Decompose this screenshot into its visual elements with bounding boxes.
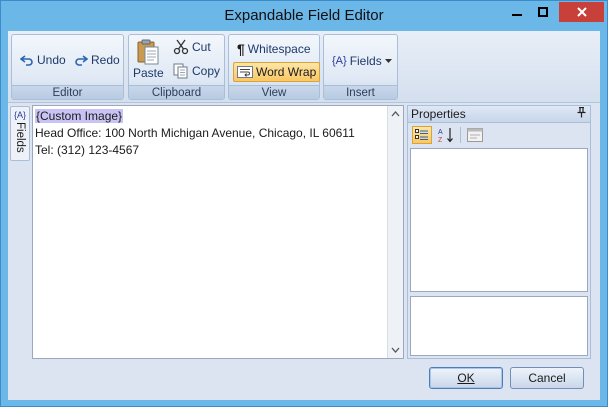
ribbon-group-clipboard: Paste Cut Copy Clipboard bbox=[128, 34, 225, 100]
editor-line: Head Office: 100 North Michigan Avenue, … bbox=[35, 126, 355, 140]
ok-label: OK bbox=[457, 371, 475, 385]
redo-icon bbox=[75, 55, 88, 66]
editor-line: {Custom Image} bbox=[35, 108, 355, 125]
pin-icon bbox=[577, 106, 586, 118]
fields-icon: {A} bbox=[332, 55, 347, 67]
ribbon-group-label-insert: Insert bbox=[324, 85, 397, 99]
scroll-down-button[interactable] bbox=[388, 342, 403, 358]
copy-icon bbox=[173, 63, 188, 79]
redo-label: Redo bbox=[91, 53, 120, 67]
ok-button[interactable]: OK bbox=[429, 367, 503, 389]
properties-toolbar: A Z bbox=[408, 124, 590, 146]
maximize-button[interactable] bbox=[530, 2, 556, 22]
minimize-button[interactable] bbox=[504, 2, 530, 22]
word-wrap-icon bbox=[237, 66, 253, 78]
paste-label: Paste bbox=[133, 66, 164, 80]
copy-label: Copy bbox=[192, 64, 221, 78]
cancel-button[interactable]: Cancel bbox=[510, 367, 584, 389]
ribbon-group-editor: Undo Redo Editor bbox=[11, 34, 124, 100]
ribbon-group-label-view: View bbox=[229, 85, 319, 99]
cancel-label: Cancel bbox=[528, 371, 566, 385]
close-icon bbox=[576, 7, 587, 17]
cut-icon bbox=[173, 39, 189, 55]
maximize-icon bbox=[538, 7, 548, 17]
dialog-window: Expandable Field Editor Undo Redo Editor… bbox=[0, 0, 608, 407]
ribbon-group-label-clipboard: Clipboard bbox=[129, 85, 224, 99]
cut-button[interactable]: Cut bbox=[173, 39, 211, 55]
property-pages-button[interactable] bbox=[465, 126, 485, 144]
categorized-icon bbox=[415, 129, 428, 140]
ribbon-group-view: ¶ Whitespace Word Wrap View bbox=[228, 34, 321, 100]
chevron-up-icon bbox=[391, 111, 400, 117]
toolbar-separator bbox=[460, 127, 461, 143]
scroll-up-button[interactable] bbox=[388, 106, 403, 122]
cut-label: Cut bbox=[192, 40, 211, 54]
chevron-down-icon bbox=[391, 347, 400, 353]
paste-button[interactable]: Paste bbox=[133, 38, 164, 80]
fields-side-tab[interactable]: {A} Fields bbox=[10, 106, 30, 161]
ribbon: Undo Redo Editor Paste Cut Copy Clipboar… bbox=[8, 31, 600, 103]
editor-vertical-scrollbar[interactable] bbox=[387, 106, 403, 358]
pin-button[interactable] bbox=[577, 106, 586, 121]
undo-label: Undo bbox=[37, 53, 66, 67]
redo-button[interactable]: Redo bbox=[74, 53, 120, 67]
paste-icon bbox=[137, 39, 159, 65]
undo-icon bbox=[20, 55, 33, 66]
alphabetical-button[interactable]: A Z bbox=[436, 126, 456, 144]
properties-panel: Properties A Z bbox=[407, 105, 591, 359]
word-wrap-label: Word Wrap bbox=[256, 65, 317, 79]
property-grid[interactable] bbox=[410, 148, 588, 292]
copy-button[interactable]: Copy bbox=[173, 63, 220, 79]
chevron-down-icon bbox=[384, 59, 392, 63]
svg-text:A: A bbox=[438, 129, 443, 136]
pilcrow-icon: ¶ bbox=[237, 41, 245, 57]
field-token[interactable]: {Custom Image} bbox=[35, 109, 124, 123]
undo-button[interactable]: Undo bbox=[20, 53, 66, 67]
whitespace-button[interactable]: ¶ Whitespace bbox=[237, 41, 311, 57]
fields-tab-label: Fields bbox=[14, 122, 26, 153]
title-bar[interactable]: Expandable Field Editor bbox=[1, 1, 607, 31]
ribbon-group-label-editor: Editor bbox=[12, 85, 123, 99]
editor-line: Tel: (312) 123-4567 bbox=[35, 143, 140, 157]
properties-title: Properties bbox=[411, 107, 466, 121]
properties-header: Properties bbox=[408, 106, 590, 123]
categorized-button[interactable] bbox=[412, 126, 432, 144]
whitespace-label: Whitespace bbox=[247, 42, 311, 56]
minimize-icon bbox=[512, 14, 522, 16]
ribbon-group-insert: {A} Fields Insert bbox=[323, 34, 398, 100]
sort-alphabetical-icon: A Z bbox=[438, 128, 453, 143]
fields-label: Fields bbox=[349, 54, 382, 68]
editor-content: {Custom Image} Head Office: 100 North Mi… bbox=[35, 108, 355, 159]
dialog-client-area: Undo Redo Editor Paste Cut Copy Clipboar… bbox=[8, 31, 600, 400]
svg-text:Z: Z bbox=[438, 137, 443, 143]
word-wrap-button[interactable]: Word Wrap bbox=[233, 62, 321, 82]
property-description bbox=[410, 296, 588, 356]
property-pages-icon bbox=[467, 128, 483, 142]
field-text-editor[interactable]: {Custom Image} Head Office: 100 North Mi… bbox=[32, 105, 404, 359]
fields-tab-icon: {A} bbox=[13, 110, 26, 120]
fields-dropdown-button[interactable]: {A} Fields bbox=[332, 54, 392, 68]
close-button[interactable] bbox=[559, 2, 604, 22]
